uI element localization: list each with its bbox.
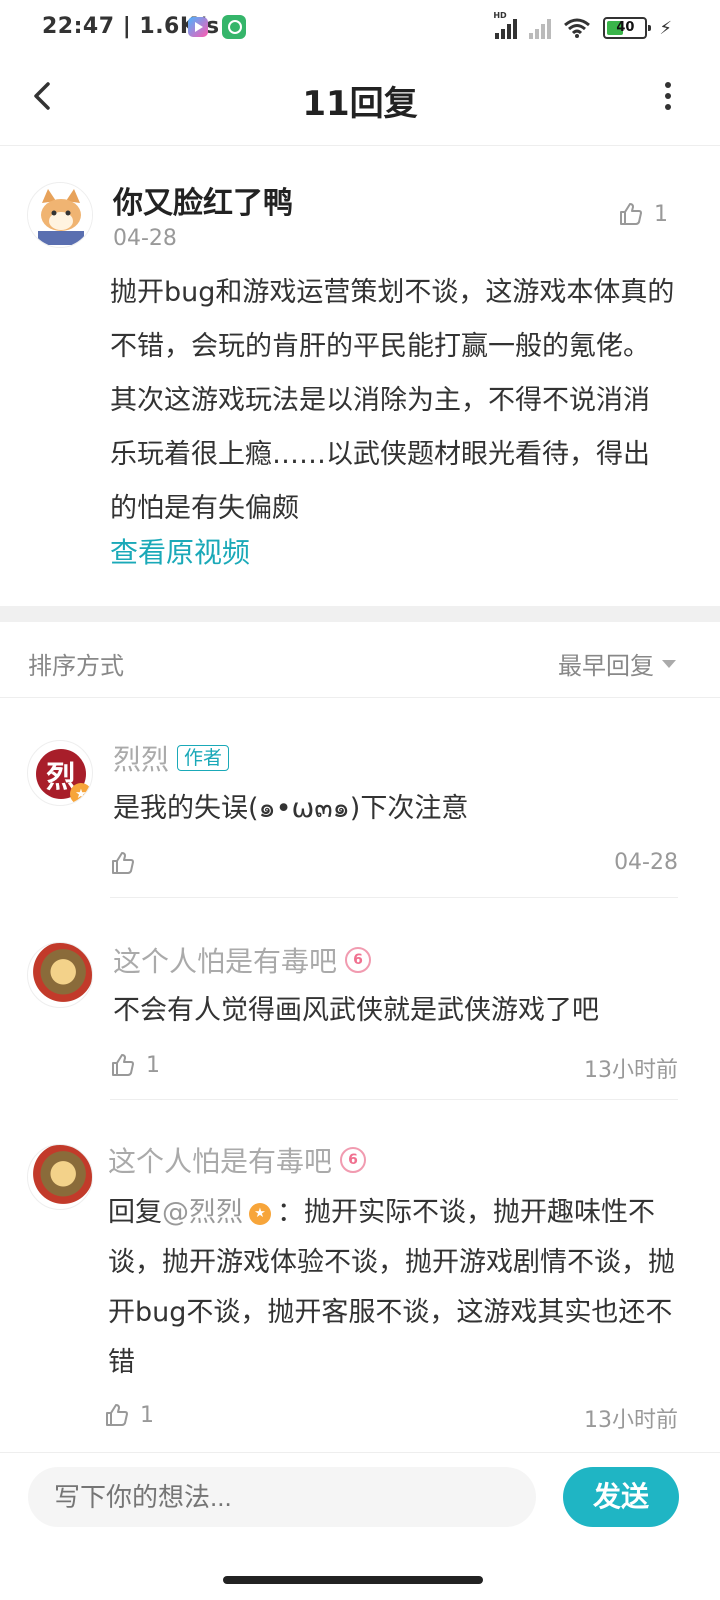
comment-input-bar: 发送 xyxy=(0,1452,720,1542)
page-title: 11回复 xyxy=(302,84,418,124)
reply-time: 13小时前 xyxy=(584,1058,678,1083)
thumbs-up-icon xyxy=(106,1404,128,1426)
reply-header: 这个人怕是有毒吧 6 xyxy=(108,1140,367,1180)
reply-text: 不会有人觉得画风武侠就是武侠游戏了吧 xyxy=(113,995,599,1026)
divider xyxy=(110,897,678,898)
reply-item: 这个人怕是有毒吧 6 不会有人觉得画风武侠就是武侠游戏了吧 1 13小时前 xyxy=(0,900,720,1100)
send-button[interactable]: 发送 xyxy=(563,1467,679,1527)
reply-username[interactable]: 这个人怕是有毒吧 xyxy=(108,1140,332,1180)
like-button[interactable]: 1 xyxy=(110,1052,160,1078)
chevron-down-icon xyxy=(662,659,676,668)
battery-icon: 40 xyxy=(603,17,652,39)
home-indicator[interactable] xyxy=(223,1576,483,1584)
nav-bar: 11回复 xyxy=(0,56,720,146)
avatar[interactable] xyxy=(27,942,93,1008)
reply-text: 是我的失误(๑•ω๓๑)下次注意 xyxy=(113,793,469,824)
main-comment: 你又脸红了鸭 04-28 1 抛开bug和游戏运营策划不谈，这游戏本体真的不错，… xyxy=(0,146,720,606)
battery-level: 40 xyxy=(616,20,635,35)
thumbs-up-icon xyxy=(112,852,134,874)
author-tag: 作者 xyxy=(177,745,230,771)
sort-bar: 排序方式 最早回复 xyxy=(0,622,720,698)
level-badge: 6 xyxy=(345,947,372,973)
reply-time: 13小时前 xyxy=(584,1408,678,1433)
like-button[interactable] xyxy=(110,850,146,876)
reply-username[interactable]: 烈烈 xyxy=(113,738,169,778)
like-count: 1 xyxy=(140,1402,154,1428)
thumbs-up-icon xyxy=(112,1054,134,1076)
status-right: HD 40 ⚡ xyxy=(493,11,672,42)
view-original-video-link[interactable]: 查看原视频 xyxy=(110,531,250,571)
comment-username[interactable]: 你又脸红了鸭 xyxy=(113,178,293,222)
shiba-avatar-icon xyxy=(28,183,92,247)
avatar[interactable]: 烈 ★ xyxy=(27,740,93,806)
reply-header: 烈烈 作者 xyxy=(113,738,230,778)
wifi-icon xyxy=(564,18,591,38)
cell-signal-icon: HD xyxy=(493,11,518,39)
status-bar: 22:47 | 1.6K/s HD 40 ⚡ xyxy=(0,0,720,56)
app-notification-icon xyxy=(222,15,246,39)
reply-prefix: 回复 xyxy=(108,1197,162,1228)
like-count: 1 xyxy=(146,1052,160,1078)
level-badge: 6 xyxy=(340,1147,367,1173)
charging-icon: ⚡ xyxy=(659,17,672,39)
video-app-icon xyxy=(188,17,208,37)
mention-link[interactable]: @烈烈 xyxy=(162,1197,243,1228)
sort-selected: 最早回复 xyxy=(558,652,654,680)
like-count: 1 xyxy=(654,201,668,227)
comment-text: 抛开bug和游戏运营策划不谈，这游戏本体真的不错，会玩的肯肝的平民能打赢一般的氪… xyxy=(110,277,675,524)
reply-item: 烈 ★ 烈烈 作者 是我的失误(๑•ω๓๑)下次注意 04-28 xyxy=(0,698,720,898)
reply-username[interactable]: 这个人怕是有毒吧 xyxy=(113,940,337,980)
section-divider xyxy=(0,606,720,622)
divider xyxy=(110,1099,678,1100)
author-star-icon: ★ xyxy=(70,783,92,805)
more-menu-icon[interactable] xyxy=(656,78,680,114)
like-button[interactable]: 1 xyxy=(104,1402,154,1428)
comment-date: 04-28 xyxy=(113,226,177,251)
reply-text: 回复@烈烈 ★ ：抛开实际不谈，抛开趣味性不谈，抛开游戏体验不谈，抛开游戏剧情不谈，… xyxy=(108,1188,680,1388)
reply-time: 04-28 xyxy=(614,850,678,875)
like-button[interactable]: 1 xyxy=(618,201,668,227)
avatar[interactable] xyxy=(27,1144,93,1210)
sort-dropdown[interactable]: 最早回复 xyxy=(558,646,676,681)
author-star-icon: ★ xyxy=(249,1202,271,1225)
reply-header: 这个人怕是有毒吧 6 xyxy=(113,940,372,980)
sort-label: 排序方式 xyxy=(28,652,124,680)
reply-item: 这个人怕是有毒吧 6 回复@烈烈 ★ ：抛开实际不谈，抛开趣味性不谈，抛开游戏体验不… xyxy=(0,1102,720,1450)
avatar[interactable] xyxy=(27,182,93,248)
thumbs-up-icon xyxy=(620,203,642,225)
comment-input[interactable] xyxy=(28,1467,536,1527)
cell-signal-2-icon xyxy=(529,17,552,39)
